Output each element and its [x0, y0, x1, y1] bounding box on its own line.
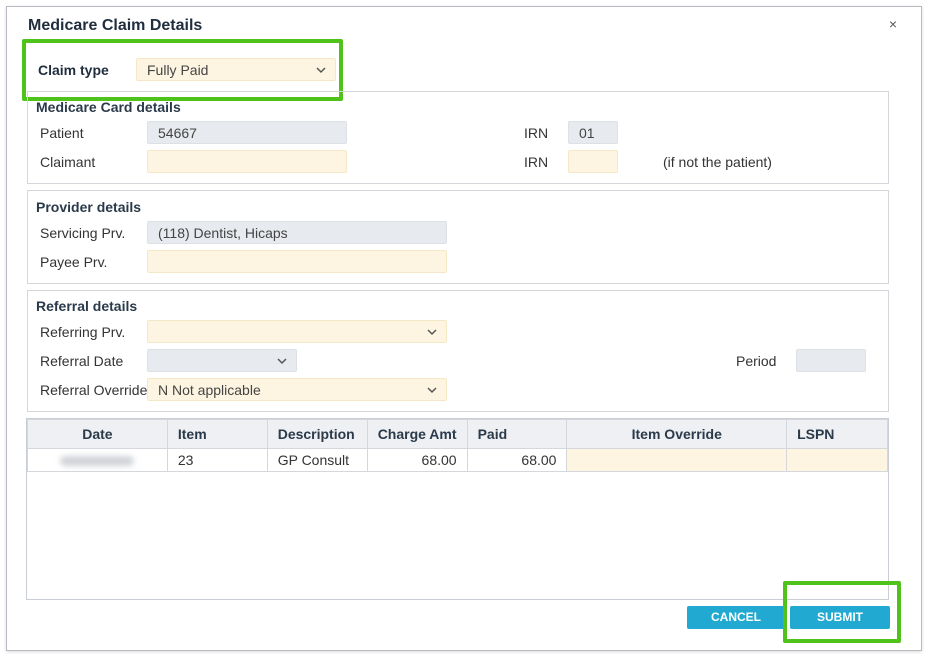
patient-irn-field[interactable]: 01 [568, 121, 618, 144]
table-header-row: Date Item Description Charge Amt Paid It… [27, 419, 888, 449]
cell-charge-amt: 68.00 [366, 448, 468, 472]
col-date[interactable]: Date [27, 419, 168, 449]
dialog-title: Medicare Claim Details [28, 17, 203, 34]
cell-description: GP Consult [266, 448, 368, 472]
claimant-label: Claimant [40, 154, 96, 170]
col-item[interactable]: Item [166, 419, 268, 449]
referral-override-select[interactable]: N Not applicable [147, 378, 447, 401]
servicing-prv-field[interactable]: (118) Dentist, Hicaps [147, 221, 447, 244]
referring-prv-label: Referring Prv. [40, 324, 126, 340]
chevron-down-icon [427, 387, 437, 394]
col-lspn[interactable]: LSPN [786, 419, 888, 449]
col-description[interactable]: Description [266, 419, 368, 449]
patient-label: Patient [40, 125, 84, 141]
claimant-note: (if not the patient) [663, 154, 772, 170]
table-row[interactable]: 23 GP Consult 68.00 68.00 [27, 448, 888, 472]
redacted-date [60, 456, 135, 467]
servicing-prv-label: Servicing Prv. [40, 225, 126, 241]
payee-prv-label: Payee Prv. [40, 254, 108, 270]
period-field[interactable] [796, 349, 866, 372]
items-table: Date Item Description Charge Amt Paid It… [27, 419, 888, 472]
referral-title: Referral details [36, 298, 138, 314]
cell-paid: 68.00 [466, 448, 568, 472]
referring-prv-select[interactable] [147, 320, 447, 343]
submit-highlight [783, 581, 901, 643]
period-label: Period [736, 353, 777, 369]
patient-field[interactable]: 54667 [147, 121, 347, 144]
referral-date-select[interactable] [147, 349, 297, 372]
referral-override-label: Referral Override [40, 382, 148, 398]
claimant-irn-label: IRN [524, 154, 549, 170]
chevron-down-icon [277, 358, 287, 365]
col-charge-amt[interactable]: Charge Amt [366, 419, 468, 449]
claimant-irn-field[interactable] [568, 150, 618, 173]
close-icon[interactable]: × [886, 16, 900, 32]
col-paid[interactable]: Paid [466, 419, 568, 449]
referral-date-label: Referral Date [40, 353, 124, 369]
cell-date [27, 448, 168, 472]
cell-item: 23 [166, 448, 268, 472]
referral-override-value: N Not applicable [158, 382, 261, 398]
provider-title: Provider details [36, 199, 142, 215]
cancel-button[interactable]: CANCEL [687, 606, 785, 629]
cell-item-override[interactable] [566, 448, 788, 472]
medicare-card-title: Medicare Card details [36, 99, 181, 115]
cell-lspn[interactable] [786, 448, 888, 472]
claimant-field[interactable] [147, 150, 347, 173]
payee-prv-field[interactable] [147, 250, 447, 273]
patient-irn-label: IRN [524, 125, 549, 141]
chevron-down-icon [427, 329, 437, 336]
col-item-override[interactable]: Item Override [566, 419, 788, 449]
